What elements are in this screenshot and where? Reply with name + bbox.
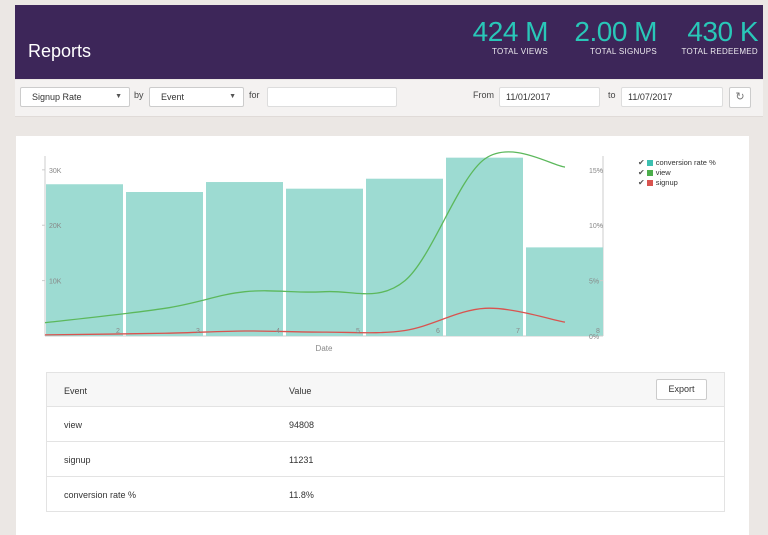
event-cell: signup (64, 455, 91, 465)
events-table: Event Value Export view 94808 signup 112… (46, 372, 725, 512)
x-tick-label: 7 (516, 328, 520, 335)
y-left-tick-label: 20K (49, 223, 62, 230)
y-left-tick-label: 10K (49, 279, 62, 286)
x-tick-label: 2 (116, 328, 120, 335)
legend-item-signup[interactable]: ✔ signup (638, 178, 716, 188)
value-cell: 11231 (289, 455, 314, 465)
table-row: conversion rate % 11.8% (47, 476, 724, 511)
x-tick-label: 3 (196, 328, 200, 335)
chart-legend: ✔ conversion rate % ✔ view ✔ signup (638, 158, 716, 188)
x-tick-label: 6 (436, 328, 440, 335)
bar-0 (46, 184, 123, 336)
event-cell: conversion rate % (64, 490, 137, 500)
value-cell: 11.8% (289, 490, 314, 500)
legend-label: conversion rate % (655, 158, 716, 167)
check-icon: ✔ (638, 178, 645, 187)
legend-swatch (646, 180, 653, 186)
x-axis-label: Date (316, 344, 333, 353)
legend-item-conversion[interactable]: ✔ conversion rate % (638, 158, 716, 168)
legend-swatch (646, 160, 653, 166)
table-row: view 94808 (47, 406, 724, 441)
x-tick-label: 5 (356, 328, 360, 335)
check-icon: ✔ (638, 158, 645, 167)
legend-swatch (646, 170, 653, 176)
table-row: signup 11231 (47, 441, 724, 476)
bar-2 (206, 182, 283, 336)
export-button[interactable]: Export (656, 379, 707, 400)
bar-3 (286, 188, 363, 336)
legend-label: signup (655, 178, 678, 187)
y-right-tick-label: 15% (589, 168, 603, 175)
column-header-value: Value (289, 386, 312, 396)
column-header-event: Event (64, 386, 88, 396)
y-right-tick-label: 0% (589, 334, 599, 341)
x-tick-label: 8 (596, 328, 600, 335)
check-icon: ✔ (638, 168, 645, 177)
x-tick-label: 4 (276, 328, 280, 335)
legend-label: view (655, 168, 671, 177)
y-right-tick-label: 10% (589, 223, 603, 230)
event-cell: view (64, 420, 83, 430)
bar-1 (126, 192, 203, 336)
y-right-tick-label: 5% (589, 279, 599, 286)
bar-4 (366, 178, 443, 336)
legend-item-view[interactable]: ✔ view (638, 168, 716, 178)
value-cell: 94808 (289, 420, 315, 430)
bar-5 (446, 157, 523, 336)
y-left-tick-label: 30K (49, 168, 62, 175)
table-header-row: Event Value Export (47, 373, 724, 406)
